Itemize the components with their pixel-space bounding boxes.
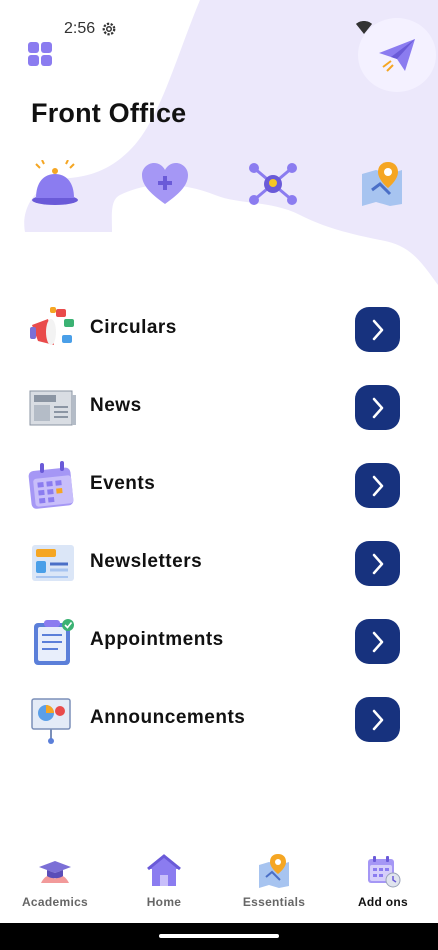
chevron-right-icon — [372, 631, 383, 652]
nav-item-essentials[interactable]: Essentials — [219, 853, 329, 919]
status-time: 2:56 — [64, 20, 96, 37]
clipboard-icon — [34, 619, 74, 665]
newsletters-arrow-button[interactable] — [355, 541, 400, 586]
chevron-right-icon — [372, 709, 383, 730]
presentation-icon — [31, 698, 71, 744]
bell-icon[interactable] — [30, 160, 80, 208]
menu-item-label: Circulars — [90, 317, 177, 338]
bottom-nav: Academics Home Essentials Add ons — [0, 845, 438, 923]
news-arrow-button[interactable] — [355, 385, 400, 430]
newsletter-icon — [32, 545, 74, 581]
nav-label: Essentials — [242, 895, 306, 909]
menu-item-label: Newsletters — [90, 551, 203, 572]
calendar-clock-icon — [368, 856, 401, 888]
circulars-arrow-button[interactable] — [355, 307, 400, 352]
menu-item-appointments[interactable]: Appointments — [0, 612, 438, 672]
announcements-arrow-button[interactable] — [355, 697, 400, 742]
menu-item-label: Appointments — [90, 629, 224, 650]
home-icon — [147, 854, 181, 886]
settings-status-icon — [102, 22, 116, 36]
graduation-cap-icon — [39, 861, 71, 883]
nav-item-academics[interactable]: Academics — [0, 853, 110, 919]
nav-label: Home — [146, 895, 182, 909]
menu-item-label: News — [90, 395, 142, 416]
chevron-right-icon — [372, 475, 383, 496]
menu-grid-icon[interactable] — [27, 41, 53, 67]
chevron-right-icon — [372, 319, 383, 340]
map-icon[interactable] — [358, 160, 408, 208]
map-pin-icon — [259, 854, 289, 888]
appointments-arrow-button[interactable] — [355, 619, 400, 664]
chevron-right-icon — [372, 553, 383, 574]
menu-item-news[interactable]: News — [0, 378, 438, 438]
nav-item-home[interactable]: Home — [109, 853, 219, 919]
menu-item-events[interactable]: Events — [0, 456, 438, 516]
system-navigation-bar — [0, 923, 438, 950]
heart-icon[interactable] — [140, 160, 190, 208]
menu-item-announcements[interactable]: Announcements — [0, 690, 438, 750]
menu-item-circulars[interactable]: Circulars — [0, 300, 438, 360]
events-arrow-button[interactable] — [355, 463, 400, 508]
newspaper-icon — [29, 390, 76, 426]
send-button[interactable] — [358, 18, 436, 92]
menu-item-label: Events — [90, 473, 156, 494]
nav-label: Academics — [21, 895, 89, 909]
menu-item-label: Announcements — [90, 707, 246, 728]
chevron-right-icon — [372, 397, 383, 418]
calendar-icon — [28, 461, 74, 509]
home-gesture-pill[interactable] — [159, 934, 279, 938]
megaphone-icon — [30, 307, 74, 345]
quick-icons-row — [0, 160, 438, 210]
menu-item-newsletters[interactable]: Newsletters — [0, 534, 438, 594]
nav-label: Add ons — [357, 895, 409, 909]
network-icon[interactable] — [248, 160, 298, 208]
page-title: Front Office — [31, 98, 187, 128]
nav-item-add-ons[interactable]: Add ons — [328, 853, 438, 919]
paper-plane-icon — [379, 39, 415, 72]
